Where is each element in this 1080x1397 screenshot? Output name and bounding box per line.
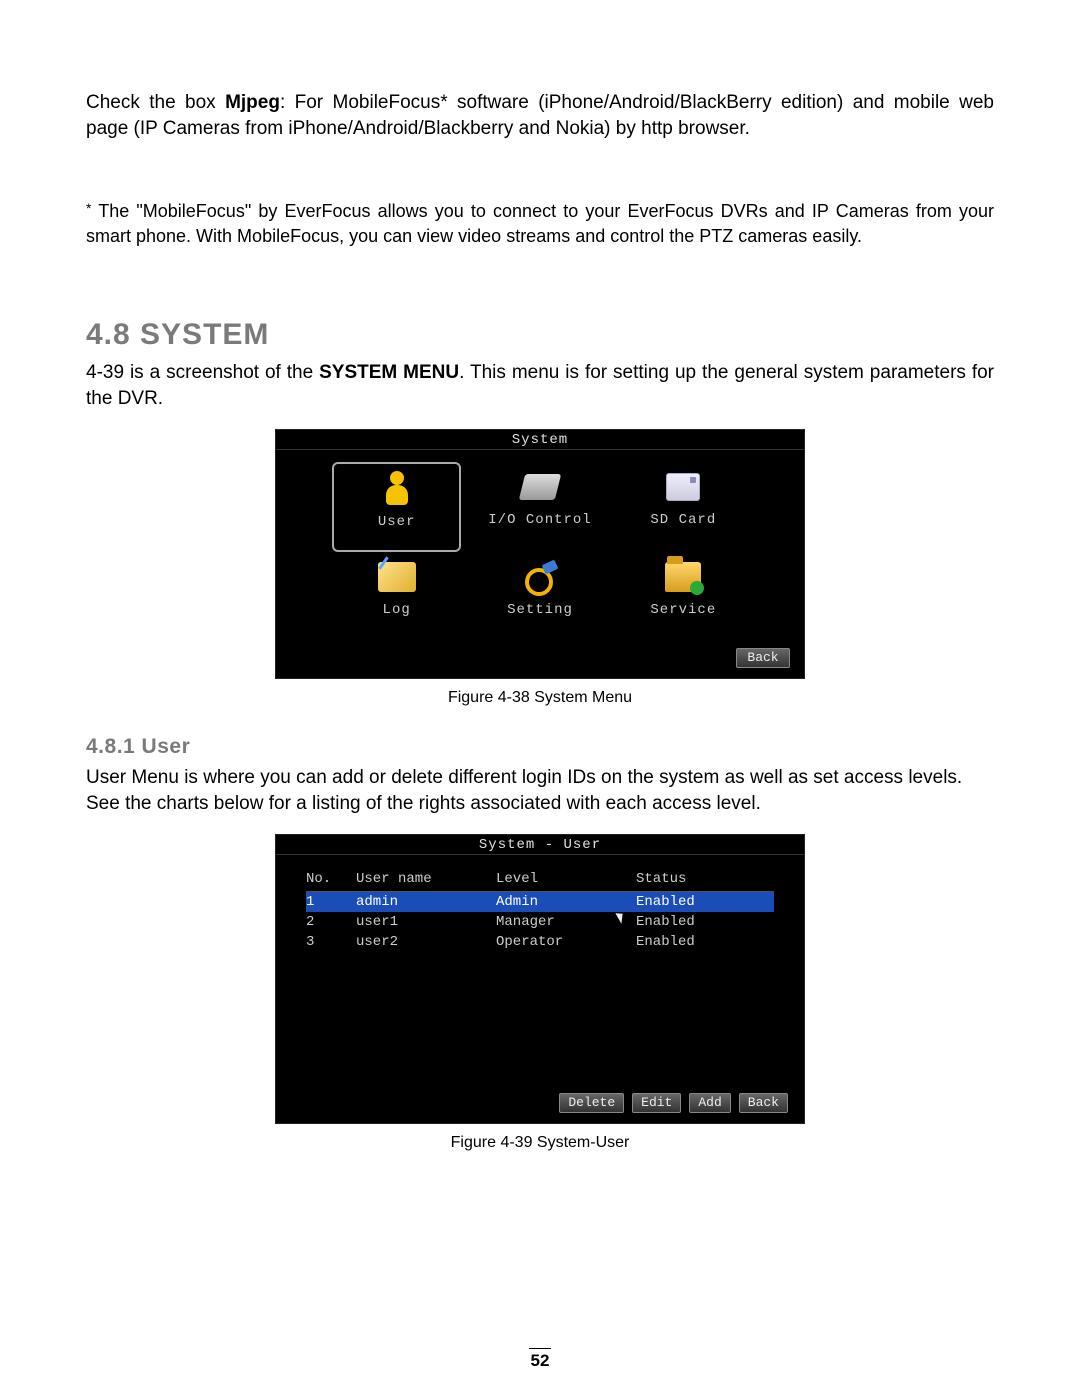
- menu-item-label: Service: [650, 602, 716, 618]
- table-row[interactable]: 3 user2 Operator Enabled: [306, 932, 774, 952]
- system-menu-grid: User I/O Control SD Card Log Setting Ser…: [276, 450, 804, 642]
- table-row[interactable]: 1 admin Admin Enabled: [306, 892, 774, 912]
- cell-no: 3: [306, 932, 356, 952]
- io-control-icon: [519, 466, 561, 508]
- heading-4-8-system: 4.8 SYSTEM: [86, 318, 994, 352]
- cell-status: Enabled: [636, 892, 756, 912]
- mjpeg-bold: Mjpeg: [225, 92, 280, 113]
- user-table: No. User name Level Status 1 admin Admin…: [276, 855, 804, 952]
- cell-user: user2: [356, 932, 496, 952]
- cell-status: Enabled: [636, 932, 756, 952]
- menu-item-log[interactable]: Log: [332, 552, 461, 642]
- cell-level: Operator: [496, 932, 636, 952]
- paragraph-mjpeg: Check the box Mjpeg: For MobileFocus* so…: [86, 90, 994, 141]
- cell-user: admin: [356, 892, 496, 912]
- cell-level: Manager: [496, 912, 636, 932]
- system-user-title: System - User: [276, 835, 804, 855]
- table-header-row: No. User name Level Status: [306, 869, 774, 889]
- menu-item-label: SD Card: [650, 512, 716, 528]
- setting-icon: [519, 556, 561, 598]
- log-icon: [376, 556, 418, 598]
- cell-user: user1: [356, 912, 496, 932]
- user-table-buttons: Delete Edit Add Back: [559, 1093, 788, 1113]
- menu-item-label: I/O Control: [488, 512, 591, 528]
- page-number: 52: [0, 1348, 1080, 1371]
- menu-item-setting[interactable]: Setting: [475, 552, 604, 642]
- service-icon: [662, 556, 704, 598]
- heading-4-8-1-user: 4.8.1 User: [86, 735, 994, 759]
- menu-item-service[interactable]: Service: [619, 552, 748, 642]
- sd-card-icon: [662, 466, 704, 508]
- paragraph-user-intro: User Menu is where you can add or delete…: [86, 765, 994, 816]
- text: Check the box: [86, 92, 225, 113]
- text: 4-39 is a screenshot of the: [86, 362, 319, 383]
- col-status: Status: [636, 869, 756, 889]
- system-menu-bold: SYSTEM MENU: [319, 362, 459, 383]
- add-button[interactable]: Add: [689, 1093, 730, 1113]
- cell-no: 1: [306, 892, 356, 912]
- paragraph-system-intro: 4-39 is a screenshot of the SYSTEM MENU.…: [86, 360, 994, 411]
- menu-item-io-control[interactable]: I/O Control: [475, 462, 604, 552]
- figure-caption-4-39: Figure 4-39 System-User: [86, 1134, 994, 1152]
- menu-item-sd-card[interactable]: SD Card: [619, 462, 748, 552]
- user-icon: [376, 468, 418, 510]
- table-row[interactable]: 2 user1 Manager Enabled: [306, 912, 774, 932]
- cell-level: Admin: [496, 892, 636, 912]
- system-menu-title: System: [276, 430, 804, 450]
- menu-item-label: Log: [383, 602, 411, 618]
- edit-button[interactable]: Edit: [632, 1093, 681, 1113]
- figure-system-menu: System User I/O Control SD Card Log Sett…: [275, 429, 805, 679]
- col-no: No.: [306, 869, 356, 889]
- cell-status: Enabled: [636, 912, 756, 932]
- col-user: User name: [356, 869, 496, 889]
- paragraph-mobilefocus-note: * The "MobileFocus" by EverFocus allows …: [86, 199, 994, 248]
- text: The "MobileFocus" by EverFocus allows yo…: [86, 201, 994, 245]
- back-button[interactable]: Back: [739, 1093, 788, 1113]
- menu-item-user[interactable]: User: [332, 462, 461, 552]
- col-level: Level: [496, 869, 636, 889]
- figure-system-user: System - User No. User name Level Status…: [275, 834, 805, 1124]
- menu-item-label: Setting: [507, 602, 573, 618]
- back-button[interactable]: Back: [736, 648, 790, 668]
- figure-caption-4-38: Figure 4-38 System Menu: [86, 689, 994, 707]
- delete-button[interactable]: Delete: [559, 1093, 624, 1113]
- menu-item-label: User: [378, 514, 416, 530]
- cell-no: 2: [306, 912, 356, 932]
